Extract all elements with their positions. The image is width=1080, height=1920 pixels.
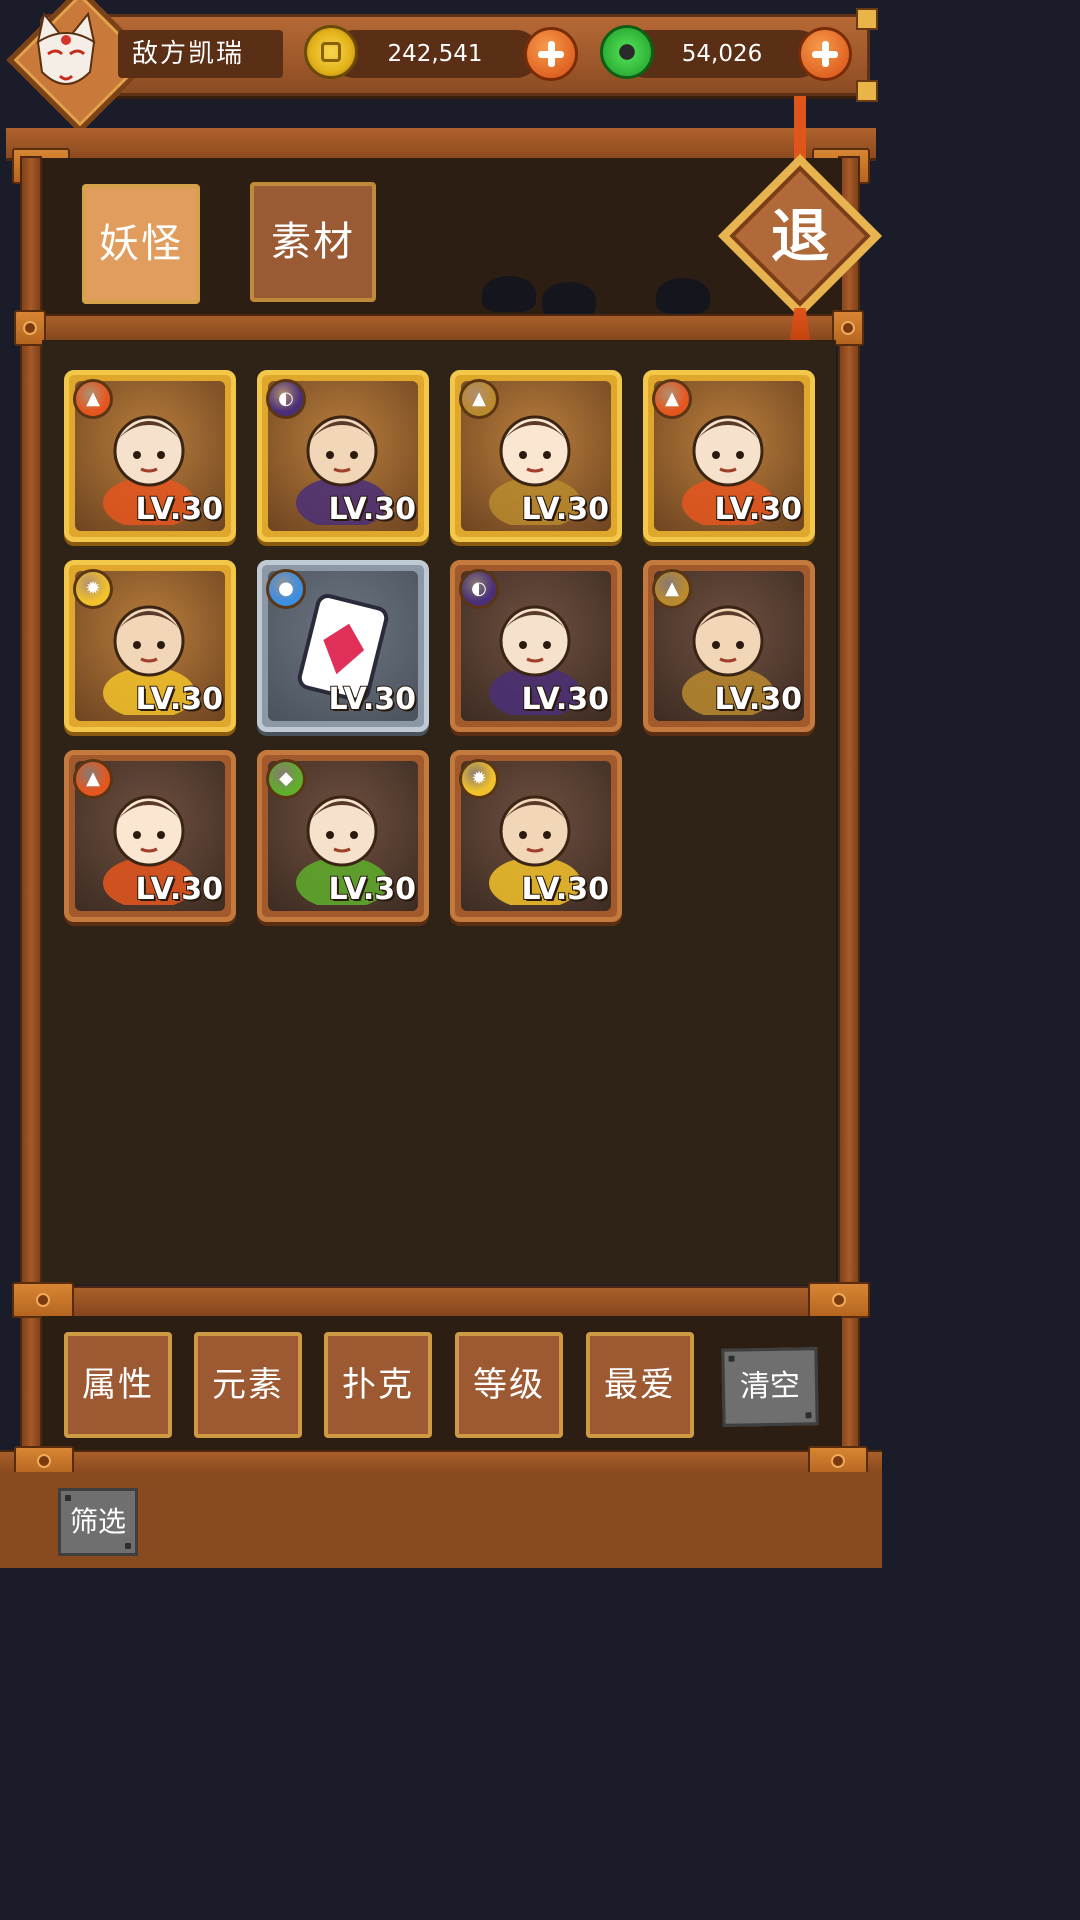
- card-level-label: LV.30: [714, 681, 803, 718]
- dark-element-icon: ◐: [266, 379, 306, 419]
- filter-favorite-button[interactable]: 最爱: [586, 1332, 694, 1438]
- element-glyph: ✹: [85, 578, 101, 599]
- bolt-dot: [65, 1495, 71, 1501]
- add-gold-button[interactable]: [524, 27, 578, 81]
- clear-filter-label: 清空: [739, 1368, 801, 1405]
- gold-amount: 242,541: [330, 30, 540, 78]
- monster-card[interactable]: ✹ LV.30: [64, 560, 236, 732]
- element-glyph: ✹: [471, 768, 487, 789]
- tab-materials[interactable]: 素材: [250, 182, 376, 302]
- water-element-icon: ●: [266, 569, 306, 609]
- element-glyph: ▲: [665, 578, 679, 599]
- monster-card[interactable]: ▲ LV.30: [643, 560, 815, 732]
- player-name: 敌方凯瑞: [118, 30, 283, 78]
- bolt-dot: [728, 1355, 735, 1362]
- monster-card[interactable]: ▲ LV.30: [64, 750, 236, 922]
- earth-element-icon: ▲: [652, 569, 692, 609]
- filter-level-button[interactable]: 等级: [455, 1332, 563, 1438]
- fire-element-icon: ▲: [652, 379, 692, 419]
- monster-card[interactable]: ◐ LV.30: [450, 560, 622, 732]
- monster-grid-panel: ▲ LV.30 ◐ LV.30 ▲ LV.30 ▲ LV.30 ✹ LV.30 ● LV.30 ◐ LV.…: [42, 340, 836, 1285]
- card-level-label: LV.30: [328, 681, 417, 718]
- element-glyph: ▲: [665, 388, 679, 409]
- tab-materials-label: 素材: [271, 219, 355, 265]
- monster-card[interactable]: ✹ LV.30: [450, 750, 622, 922]
- element-glyph: ◐: [471, 578, 487, 599]
- element-glyph: ▲: [86, 768, 100, 789]
- filter-attribute-label: 属性: [82, 1365, 154, 1405]
- filter-attribute-button[interactable]: 属性: [64, 1332, 172, 1438]
- dark-element-icon: ◐: [459, 569, 499, 609]
- silhouette-decoration: [656, 278, 710, 314]
- jade-coin-icon: [600, 25, 654, 79]
- player-avatar[interactable]: [6, 0, 154, 134]
- monster-card[interactable]: ● LV.30: [257, 560, 429, 732]
- silhouette-decoration: [482, 276, 536, 312]
- monster-card[interactable]: ▲ LV.30: [64, 370, 236, 542]
- clear-filter-button[interactable]: 清空: [721, 1347, 819, 1427]
- card-level-label: LV.30: [521, 491, 610, 528]
- element-glyph: ◐: [278, 388, 294, 409]
- element-glyph: ▲: [472, 388, 486, 409]
- earth-element-icon: ▲: [459, 379, 499, 419]
- light-element-icon: ✹: [459, 759, 499, 799]
- corner-bolt: [856, 8, 878, 30]
- screen-filter-button[interactable]: 筛选: [58, 1488, 138, 1556]
- monster-card[interactable]: ◆ LV.30: [257, 750, 429, 922]
- bolt-dot: [125, 1543, 131, 1549]
- frame-low-beam: [12, 1286, 868, 1318]
- monster-card[interactable]: ▲ LV.30: [643, 370, 815, 542]
- monster-card[interactable]: ◐ LV.30: [257, 370, 429, 542]
- element-glyph: ◆: [279, 768, 293, 789]
- filter-level-label: 等级: [473, 1365, 545, 1405]
- card-level-label: LV.30: [521, 681, 610, 718]
- exit-button[interactable]: 退: [717, 96, 883, 376]
- screen-filter-label: 筛选: [69, 1505, 126, 1538]
- gold-coin-icon: [304, 25, 358, 79]
- filter-favorite-label: 最爱: [604, 1365, 676, 1405]
- card-level-label: LV.30: [135, 681, 224, 718]
- card-level-label: LV.30: [521, 871, 610, 908]
- exit-label: 退: [770, 202, 829, 270]
- card-level-label: LV.30: [135, 871, 224, 908]
- card-level-label: LV.30: [328, 491, 417, 528]
- light-element-icon: ✹: [73, 569, 113, 609]
- wood-element-icon: ◆: [266, 759, 306, 799]
- element-glyph: ▲: [86, 388, 100, 409]
- filter-element-button[interactable]: 元素: [194, 1332, 302, 1438]
- frame-clamp: [12, 1282, 74, 1318]
- fox-mask-icon: [36, 12, 96, 85]
- tab-monsters[interactable]: 妖怪: [82, 184, 200, 304]
- card-level-label: LV.30: [135, 491, 224, 528]
- bolt-dot: [805, 1412, 812, 1419]
- fire-element-icon: ▲: [73, 379, 113, 419]
- frame-post-left: [20, 156, 42, 1476]
- filter-element-label: 元素: [212, 1365, 284, 1405]
- card-level-label: LV.30: [328, 871, 417, 908]
- card-level-label: LV.30: [714, 491, 803, 528]
- fire-element-icon: ▲: [73, 759, 113, 799]
- tab-monsters-label: 妖怪: [99, 221, 183, 267]
- filter-poker-button[interactable]: 扑克: [324, 1332, 432, 1438]
- monster-card[interactable]: ▲ LV.30: [450, 370, 622, 542]
- element-glyph: ●: [278, 578, 294, 599]
- filter-poker-label: 扑克: [342, 1365, 414, 1405]
- add-jade-button[interactable]: [798, 27, 852, 81]
- frame-clamp: [808, 1282, 870, 1318]
- silhouette-decoration: [542, 282, 596, 318]
